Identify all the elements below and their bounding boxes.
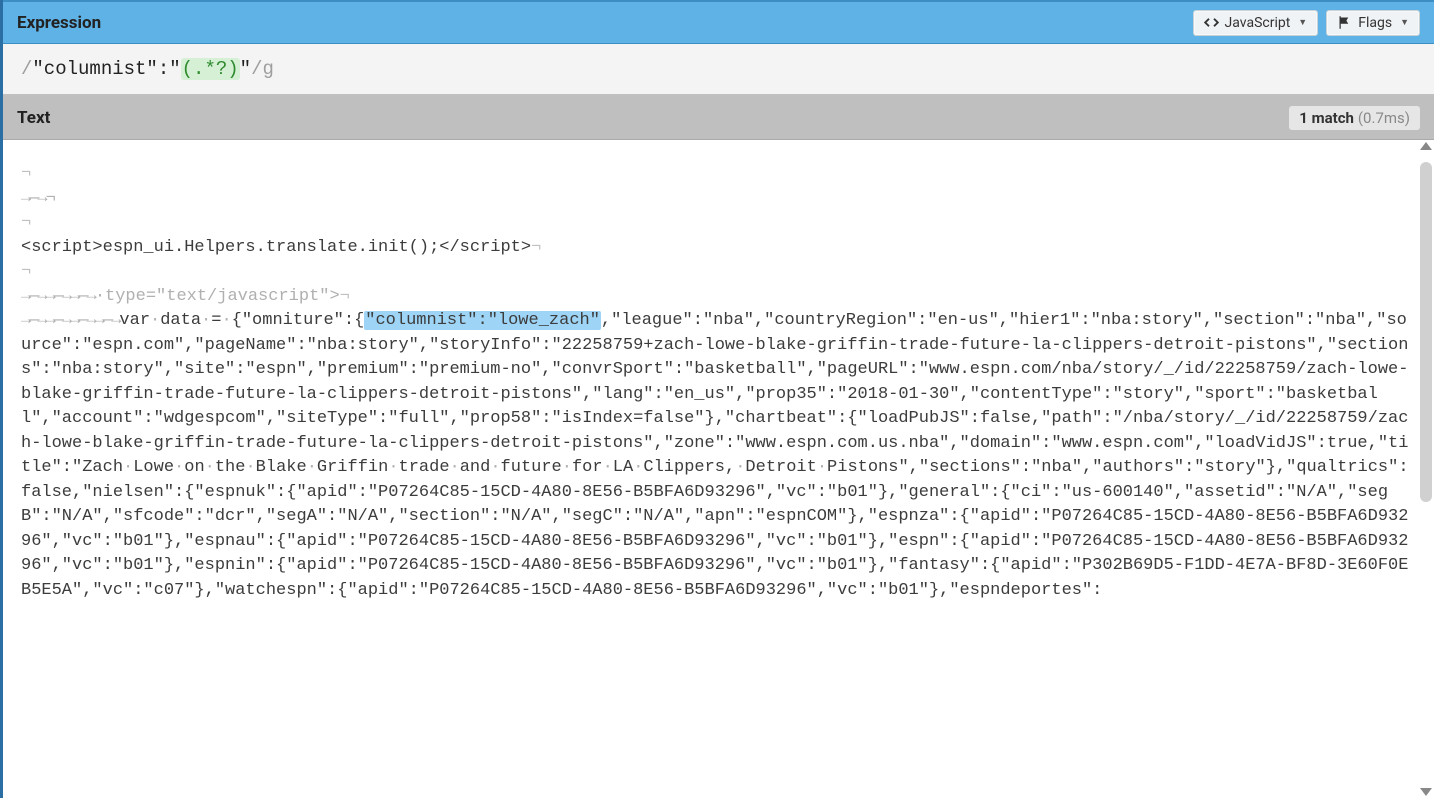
scrollbar-thumb[interactable] <box>1420 162 1432 502</box>
code-line: var·data·=·{"omniture":{"columnist":"low… <box>21 311 1409 600</box>
pilcrow: ¬ <box>21 213 31 232</box>
flags-button[interactable]: Flags ▼ <box>1326 10 1420 36</box>
flags-label: Flags <box>1358 15 1392 31</box>
header-buttons: JavaScript ▼ Flags ▼ <box>1193 10 1420 36</box>
flag-icon <box>1337 15 1352 30</box>
regex-match-highlight: "columnist":"lowe_zach" <box>364 311 601 330</box>
text-input[interactable]: ¬ →—→¬ ¬ <script>espn_ui.Helpers.transla… <box>3 140 1434 798</box>
pilcrow: ¬ <box>531 238 541 257</box>
pilcrow: ¬ <box>21 262 31 281</box>
pilcrow: ¬ <box>21 164 31 183</box>
tab-ws: →—→→—→→—→→—→ <box>21 311 119 330</box>
regex-group: (.*?) <box>181 58 240 80</box>
pilcrow: ¬ <box>340 287 350 306</box>
regex-body-pre: "columnist":" <box>32 58 180 80</box>
expression-header: Expression JavaScript ▼ Flags ▼ <box>3 0 1434 44</box>
text-title: Text <box>17 108 50 128</box>
code-line: <script>espn_ui.Helpers.translate.init()… <box>21 238 531 257</box>
language-button[interactable]: JavaScript ▼ <box>1193 10 1319 36</box>
match-count: 1 match <box>1299 109 1354 127</box>
code-icon <box>1204 15 1219 30</box>
code-line: ·type="text/javascript"> <box>95 287 340 306</box>
expression-title: Expression <box>17 13 101 33</box>
text-area-wrapper: ¬ →—→¬ ¬ <script>espn_ui.Helpers.transla… <box>3 140 1434 798</box>
text-header: Text 1 match (0.7ms) <box>3 96 1434 140</box>
expression-input[interactable]: /"columnist":"(.*?)"/g <box>3 44 1434 96</box>
match-time: (0.7ms) <box>1358 109 1410 127</box>
match-info: 1 match (0.7ms) <box>1289 106 1420 130</box>
regex-close-delim: /g <box>251 58 274 80</box>
scroll-down-icon[interactable] <box>1420 788 1432 796</box>
regex-open-delim: / <box>21 58 32 80</box>
language-label: JavaScript <box>1225 15 1291 31</box>
tab-ws: →—→→—→→—→ <box>21 287 95 306</box>
regex-body-post: " <box>240 58 251 80</box>
chevron-down-icon: ▼ <box>1400 17 1409 28</box>
tab-ws: →—→¬ <box>21 189 54 208</box>
scroll-up-icon[interactable] <box>1420 142 1432 150</box>
chevron-down-icon: ▼ <box>1298 17 1307 28</box>
